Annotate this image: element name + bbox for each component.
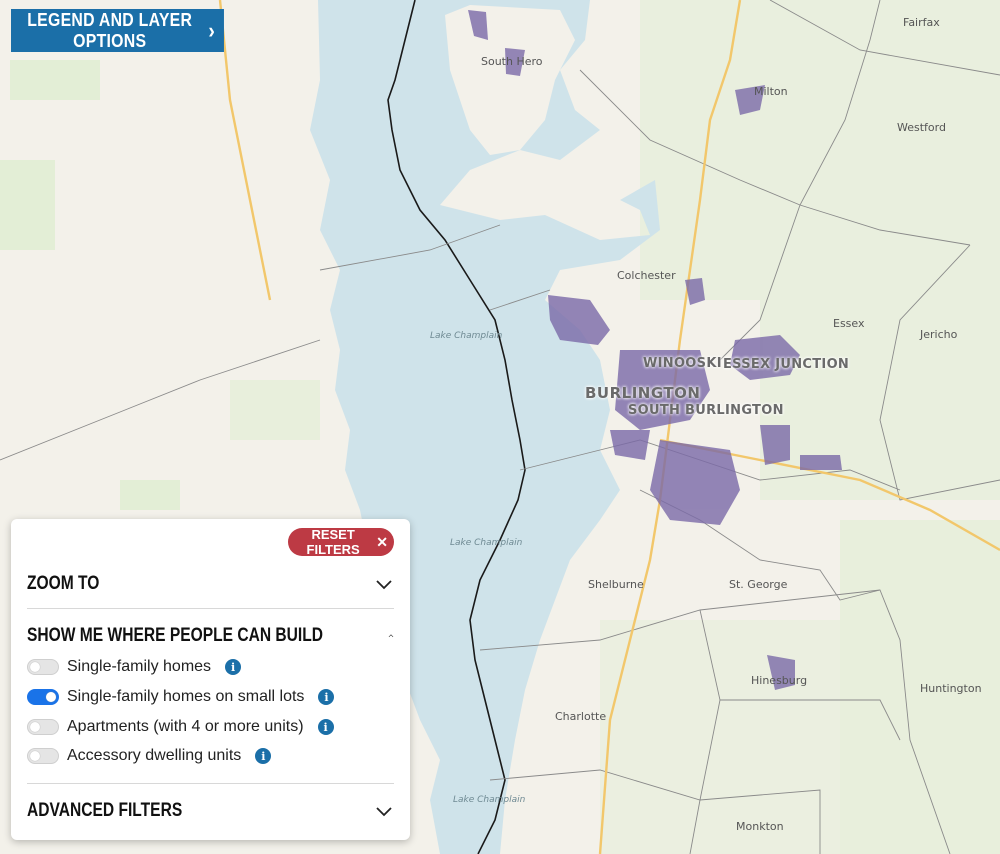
toggle-accessory-dwelling[interactable] [27,748,59,764]
option-single-family: Single-family homes i [27,656,242,678]
toggle-single-family[interactable] [27,659,59,675]
label-essex-junction: ESSEX JUNCTION [723,357,850,372]
filter-panel: RESET FILTERS ✕ ZOOM TO SHOW ME WHERE PE… [11,519,410,840]
label-huntington: Huntington [920,682,982,695]
label-st-george: St. George [729,578,788,591]
option-accessory-dwelling: Accessory dwelling units i [27,745,272,767]
option-label: Accessory dwelling units [67,747,242,764]
info-icon[interactable]: i [255,748,272,764]
close-icon: ✕ [376,533,388,550]
show-me-title: SHOW ME WHERE PEOPLE CAN BUILD [27,625,324,646]
label-charlotte: Charlotte [555,710,607,723]
info-icon[interactable]: i [318,689,335,705]
option-apartments: Apartments (with 4 or more units) i [27,716,334,738]
label-south-burlington: SOUTH BURLINGTON [628,403,784,418]
label-colchester: Colchester [617,269,676,282]
zoom-to-title: ZOOM TO [27,573,100,594]
label-essex: Essex [833,317,865,330]
reset-filters-label: RESET FILTERS [306,527,360,557]
label-milton: Milton [754,85,788,98]
label-lake-champlain-2: Lake Champlain [450,538,523,548]
label-hinesburg: Hinesburg [751,674,808,687]
option-label: Single-family homes on small lots [67,688,305,705]
advanced-filters-title: ADVANCED FILTERS [27,800,183,821]
chevron-up-icon [388,634,394,638]
divider [27,783,394,784]
label-burlington: BURLINGTON [585,384,701,402]
label-fairfax: Fairfax [903,16,940,29]
show-me-section-header[interactable]: SHOW ME WHERE PEOPLE CAN BUILD [27,623,394,649]
chevron-right-icon: › [208,17,216,43]
info-icon[interactable]: i [317,719,334,735]
option-single-family-small-lots: Single-family homes on small lots i [27,686,335,708]
legend-button-label: LEGEND AND LAYER OPTIONS [27,9,193,51]
zoom-to-section-header[interactable]: ZOOM TO [27,571,394,597]
advanced-filters-section-header[interactable]: ADVANCED FILTERS [27,798,394,824]
toggle-single-family-small-lots[interactable] [27,689,59,705]
chevron-down-icon [376,580,392,590]
info-icon[interactable]: i [225,659,242,675]
divider [27,608,394,609]
chevron-down-icon [376,807,392,817]
toggle-apartments[interactable] [27,719,59,735]
label-lake-champlain-1: Lake Champlain [430,331,503,341]
reset-filters-button[interactable]: RESET FILTERS ✕ [288,527,394,557]
option-label: Apartments (with 4 or more units) [67,718,304,735]
label-lake-champlain-3: Lake Champlain [453,795,526,805]
label-monkton: Monkton [736,820,784,833]
label-westford: Westford [897,121,946,134]
label-winooski: WINOOSKI [643,356,722,371]
label-south-hero: South Hero [481,55,543,68]
legend-and-layer-options-button[interactable]: LEGEND AND LAYER OPTIONS › [11,9,224,52]
label-shelburne: Shelburne [588,578,644,591]
label-jericho: Jericho [920,328,958,341]
option-label: Single-family homes [67,658,212,675]
